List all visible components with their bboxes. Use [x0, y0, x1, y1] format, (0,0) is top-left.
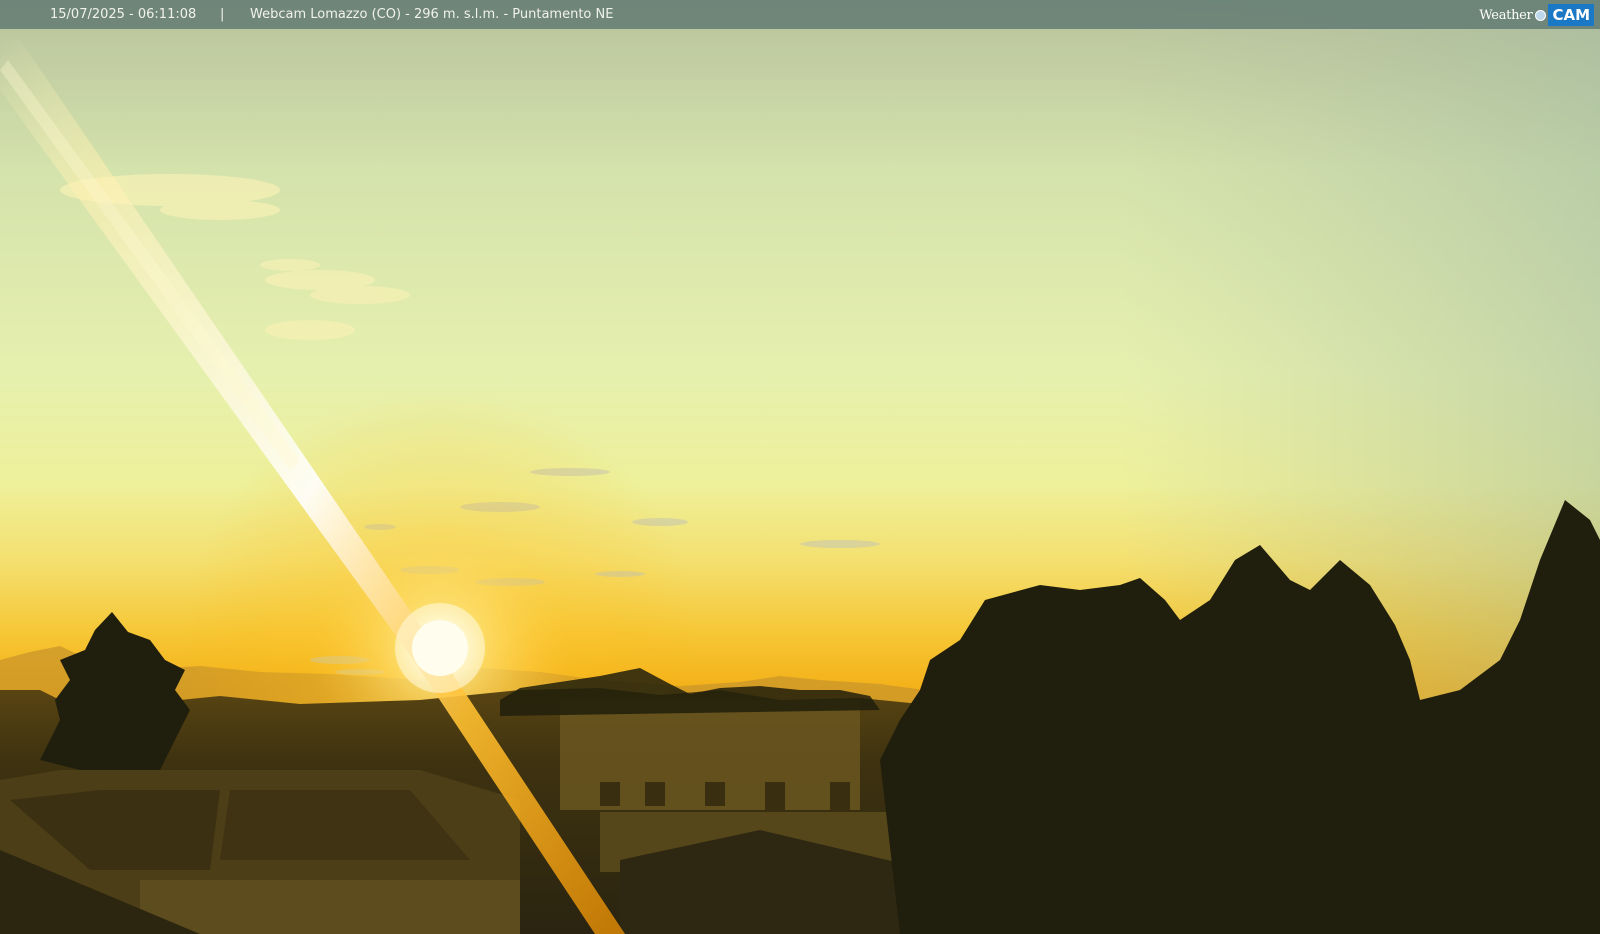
- overlay-bar: 15/07/2025 - 06:11:08 | Webcam Lomazzo (…: [0, 0, 1600, 29]
- weathercam-logo: Weather CAM: [1479, 4, 1594, 26]
- logo-cam-text: CAM: [1548, 4, 1594, 26]
- webcam-frame: 15/07/2025 - 06:11:08 | Webcam Lomazzo (…: [0, 0, 1600, 934]
- separator: |: [220, 7, 225, 22]
- webcam-title: Webcam Lomazzo (CO) - 296 m. s.l.m. - Pu…: [250, 7, 614, 22]
- logo-weather-text: Weather: [1479, 7, 1533, 23]
- timestamp: 15/07/2025 - 06:11:08: [50, 7, 197, 22]
- webcam-image: [0, 0, 1600, 934]
- logo-globe-icon: [1535, 9, 1547, 21]
